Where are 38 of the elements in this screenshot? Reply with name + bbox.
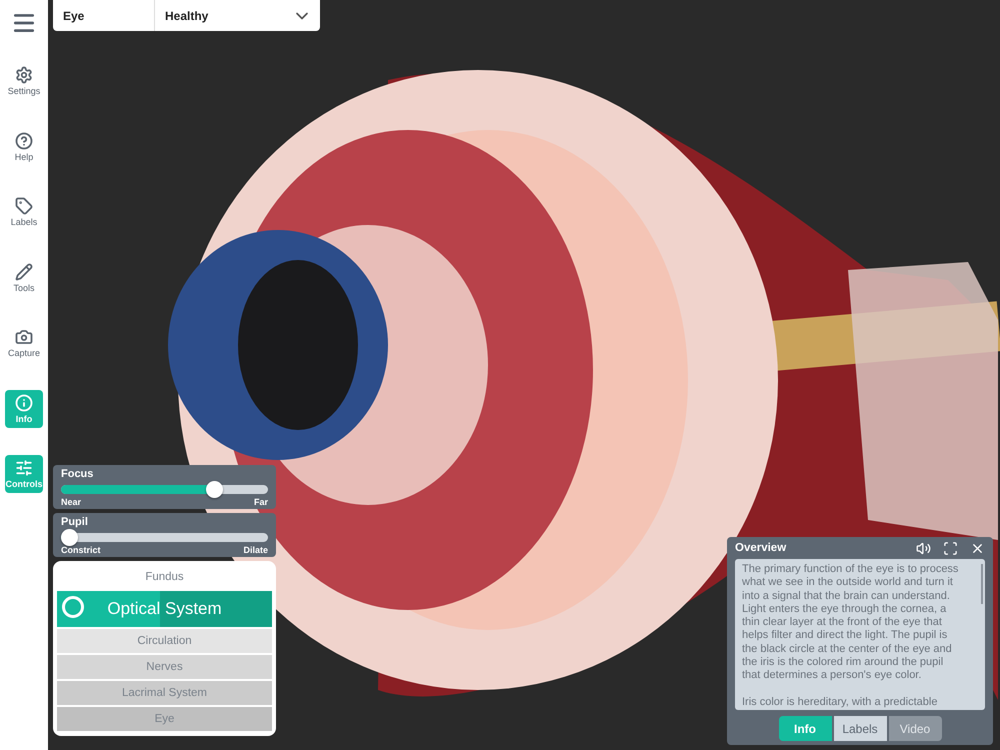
- sidebar-item[interactable]: Labels: [5, 193, 43, 231]
- slider-min-label: Constrict: [61, 545, 101, 555]
- slider-min-label: Near: [61, 497, 82, 507]
- slider-title: Focus: [61, 468, 94, 480]
- panel-title: Overview: [735, 542, 786, 554]
- layer-item[interactable]: Circulation: [57, 629, 272, 653]
- sidebar-item[interactable]: Settings: [5, 62, 43, 100]
- layer-item[interactable]: Eye: [57, 707, 272, 731]
- help-icon: [15, 132, 33, 150]
- paragraph: The primary function of the eye is to process what we see in the outside world and turn it into a signal that the brain can understand. Light enters the eye through the cornea, a thin clear layer at the front of the eye that helps filter and direct the light. The pupil is the black circle at the center of the eye and the iris is the colored rim around the pupil that determines a person's eye color.: [742, 563, 960, 683]
- slider-max-label: Dilate: [243, 545, 268, 555]
- sidebar-item[interactable]: Controls: [5, 455, 43, 493]
- layer-item[interactable]: Lacrimal System: [57, 681, 272, 705]
- slider-thumb[interactable]: [61, 529, 78, 546]
- capture-icon: [15, 328, 33, 346]
- sidebar-item[interactable]: Tools: [5, 258, 43, 296]
- slider-max-label: Far: [254, 497, 268, 507]
- panel-tab[interactable]: Labels: [834, 716, 886, 741]
- toggle-circle-icon: [62, 596, 84, 618]
- layer-item[interactable]: Nerves: [57, 655, 272, 679]
- speaker-button[interactable]: [916, 540, 931, 556]
- labels-icon: [15, 197, 33, 215]
- model-dropdown[interactable]: Eye: [53, 0, 155, 31]
- settings-icon: [15, 66, 33, 84]
- sidebar-item[interactable]: Help: [5, 128, 43, 166]
- slider-thumb[interactable]: [206, 481, 224, 498]
- condition-dropdown[interactable]: Healthy: [155, 0, 320, 31]
- slider-title: Pupil: [61, 516, 89, 528]
- layer-item[interactable]: Optical System: [57, 591, 272, 627]
- tools-icon: [15, 262, 33, 280]
- panel-tab[interactable]: Info: [778, 716, 832, 741]
- scrollbar: [981, 564, 983, 604]
- info-icon: [15, 394, 33, 412]
- sidebar-item[interactable]: Info: [5, 390, 43, 428]
- paragraph: Iris color is hereditary, with a predictable: [742, 696, 938, 709]
- fullscreen-button[interactable]: [943, 540, 958, 556]
- controls-icon: [15, 459, 33, 477]
- sidebar-item[interactable]: Capture: [5, 324, 43, 362]
